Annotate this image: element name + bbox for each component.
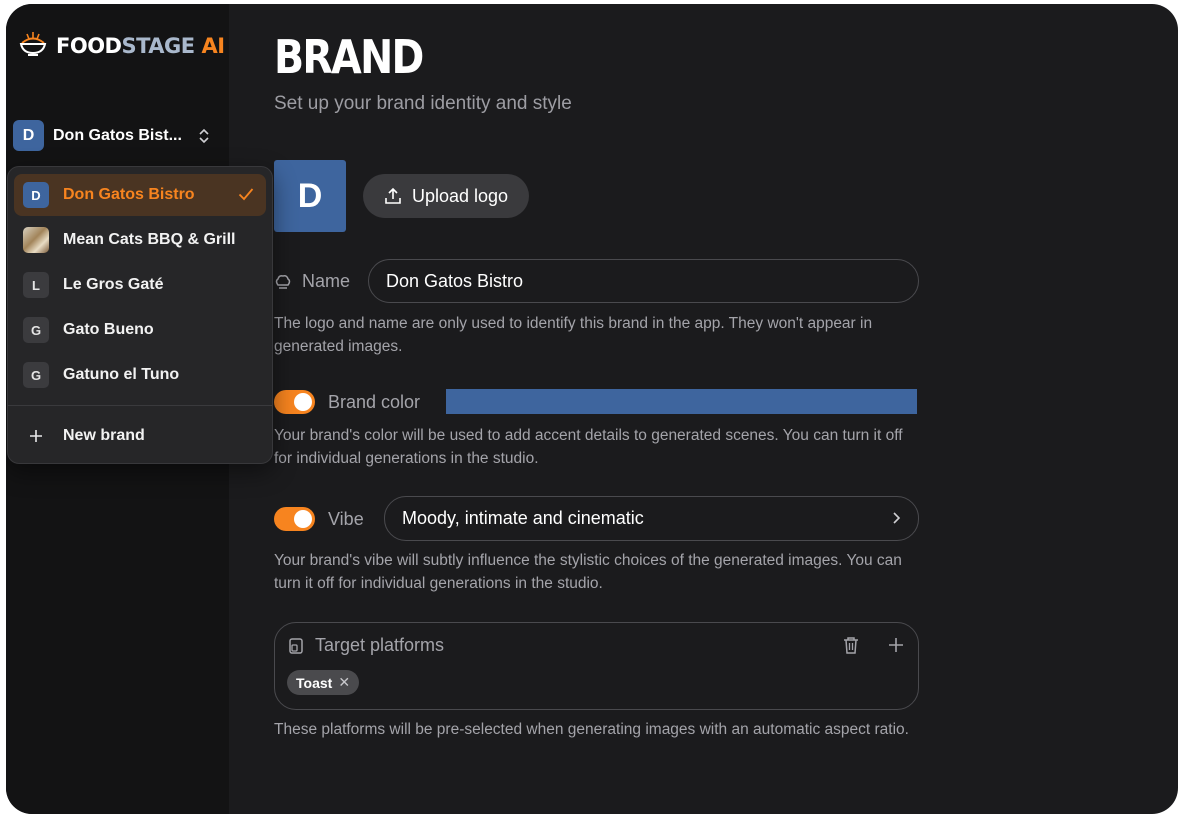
- upload-logo-button[interactable]: Upload logo: [363, 174, 529, 218]
- chevron-right-icon: [892, 510, 902, 531]
- brand-logo-preview: D: [274, 160, 346, 232]
- platform-chip-label: Toast: [296, 674, 333, 691]
- close-icon[interactable]: ✕: [338, 674, 350, 691]
- brand-food-thumbnail: [23, 227, 49, 253]
- dropdown-item-label: Mean Cats BBQ & Grill: [63, 231, 236, 248]
- dropdown-item-don-gatos-bistro[interactable]: D Don Gatos Bistro: [14, 174, 266, 216]
- devices-icon: [287, 637, 305, 655]
- brand-switcher[interactable]: D Don Gatos Bist...: [13, 120, 211, 151]
- chevron-up-down-icon: [197, 127, 211, 145]
- dropdown-divider: [8, 405, 272, 406]
- page-title: BRAND: [274, 30, 424, 84]
- food-bowl-icon: [18, 28, 48, 63]
- upload-icon: [384, 187, 402, 205]
- dropdown-item-gato-bueno[interactable]: G Gato Bueno: [14, 309, 266, 351]
- target-platforms-header: Target platforms: [287, 635, 444, 656]
- new-brand-label: New brand: [63, 427, 145, 444]
- dropdown-item-mean-cats-bbq[interactable]: Mean Cats BBQ & Grill: [14, 219, 266, 261]
- app-logo-text: FOODSTAGE AI: [56, 33, 225, 58]
- vibe-label: Vibe: [328, 509, 364, 529]
- add-platform-icon[interactable]: [888, 637, 904, 658]
- brand-name-input[interactable]: Don Gatos Bistro: [368, 259, 919, 303]
- brand-color-toggle[interactable]: [274, 390, 315, 414]
- vibe-value: Moody, intimate and cinematic: [402, 508, 644, 528]
- name-field-label: Name: [274, 271, 350, 292]
- brand-initial-badge: L: [23, 272, 49, 298]
- dropdown-item-label: Don Gatos Bistro: [63, 186, 195, 203]
- dropdown-item-le-gros-gate[interactable]: L Le Gros Gaté: [14, 264, 266, 306]
- dropdown-item-label: Gato Bueno: [63, 321, 154, 338]
- brand-initial-badge: G: [23, 362, 49, 388]
- brand-dropdown-menu: D Don Gatos Bistro Mean Cats BBQ & Grill…: [7, 166, 273, 464]
- brand-avatar: D: [13, 120, 44, 151]
- dropdown-item-label: Le Gros Gaté: [63, 276, 164, 293]
- platform-chip: Toast ✕: [287, 670, 360, 695]
- brand-initial-badge: D: [23, 182, 49, 208]
- dropdown-item-label: Gatuno el Tuno: [63, 366, 180, 383]
- page-subtitle: Set up your brand identity and style: [274, 93, 572, 114]
- upload-logo-label: Upload logo: [411, 185, 509, 206]
- chef-hat-icon: [274, 273, 292, 291]
- plus-icon: [23, 429, 49, 443]
- vibe-select[interactable]: Moody, intimate and cinematic: [384, 496, 919, 541]
- brand-color-help-text: Your brand's color will be used to add a…: [274, 427, 903, 467]
- app-window: FOODSTAGE AI D Don Gatos Bist... D Don G…: [6, 4, 1178, 814]
- dropdown-item-gatuno-el-tuno[interactable]: G Gatuno el Tuno: [14, 354, 266, 396]
- vibe-help-text: Your brand's vibe will subtly influence …: [274, 552, 902, 592]
- app-logo[interactable]: FOODSTAGE AI: [18, 28, 225, 63]
- trash-icon[interactable]: [842, 635, 860, 660]
- new-brand-button[interactable]: New brand: [14, 415, 266, 457]
- brand-color-label: Brand color: [328, 392, 421, 412]
- check-icon: [238, 187, 254, 206]
- platforms-help-text: These platforms will be pre-selected whe…: [274, 721, 909, 738]
- name-help-text: The logo and name are only used to ident…: [274, 315, 873, 355]
- brand-color-swatch[interactable]: [446, 389, 917, 414]
- brand-switcher-name: Don Gatos Bist...: [53, 126, 182, 144]
- target-platforms-box: Target platforms Toast ✕: [274, 622, 919, 710]
- vibe-toggle[interactable]: [274, 507, 315, 531]
- brand-initial-badge: G: [23, 317, 49, 343]
